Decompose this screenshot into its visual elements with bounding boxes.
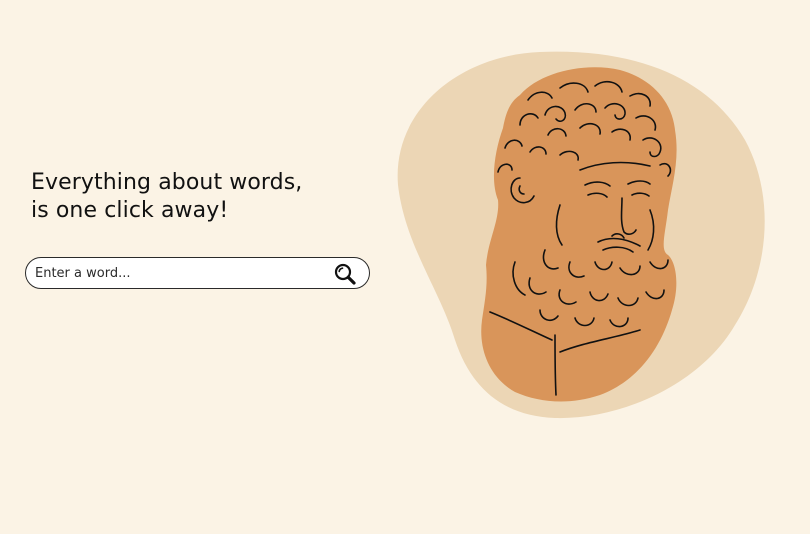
- search-icon: [334, 263, 356, 285]
- search-bar: [25, 257, 370, 289]
- headline-line-1: Everything about words,: [31, 170, 303, 195]
- search-button[interactable]: [333, 262, 357, 286]
- bearded-bust-icon: [397, 51, 765, 419]
- hero-headline: Everything about words, is one click awa…: [31, 169, 302, 225]
- search-input[interactable]: [35, 258, 325, 288]
- headline-line-2: is one click away!: [31, 198, 229, 223]
- bust-figure: [481, 67, 677, 402]
